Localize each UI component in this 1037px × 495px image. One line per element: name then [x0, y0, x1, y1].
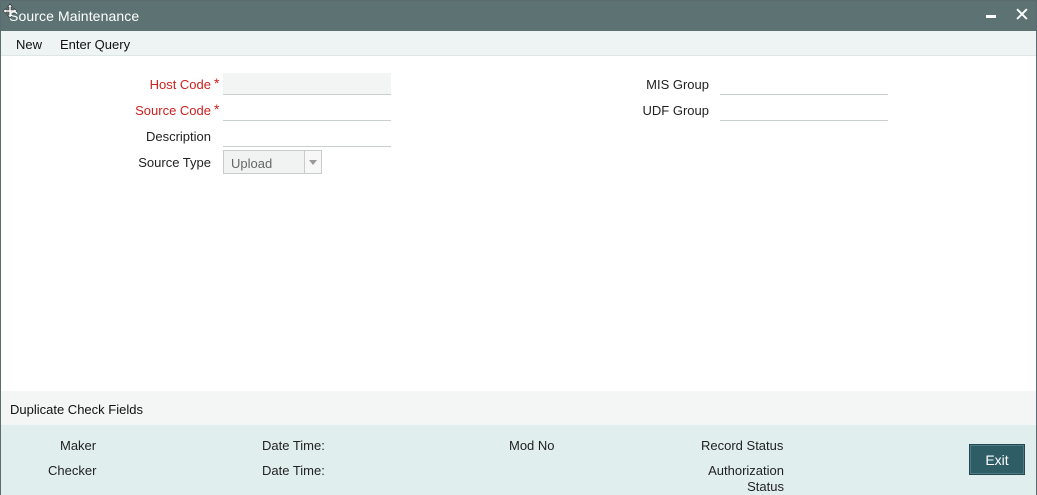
source-code-field[interactable] — [223, 99, 391, 121]
audit-footer: Maker Date Time: Mod No Record Status Ch… — [1, 425, 1036, 495]
checker-label: Checker — [48, 463, 97, 478]
host-code-field[interactable] — [223, 73, 391, 95]
close-button[interactable]: ✕ — [1014, 5, 1030, 26]
host-code-required-marker: * — [214, 75, 220, 91]
source-code-required-marker: * — [214, 101, 220, 117]
window-title: Source Maintenance — [9, 8, 140, 24]
menu-item-enter-query[interactable]: Enter Query — [60, 37, 130, 52]
record-status-label: Record Status — [701, 438, 784, 453]
udf-group-label: UDF Group — [642, 103, 709, 118]
dropdown-arrow-icon[interactable] — [304, 151, 321, 173]
maker-label: Maker — [60, 438, 97, 453]
exit-button[interactable]: Exit — [969, 444, 1025, 475]
title-bar[interactable]: Source Maintenance ✕ — [1, 1, 1036, 31]
duplicate-check-fields-link[interactable]: Duplicate Check Fields — [10, 402, 143, 417]
source-maintenance-window: Source Maintenance ✕ New Enter Query Hos… — [0, 0, 1037, 495]
source-type-label: Source Type — [138, 155, 211, 170]
duplicate-check-section: Duplicate Check Fields — [1, 391, 1036, 425]
checker-date-time-label: Date Time: — [262, 463, 325, 478]
minimize-icon — [986, 15, 996, 18]
mis-group-label: MIS Group — [646, 77, 709, 92]
mis-group-field[interactable] — [720, 73, 888, 95]
description-label: Description — [145, 129, 211, 144]
description-field[interactable] — [223, 125, 391, 147]
close-icon: ✕ — [1014, 5, 1030, 26]
host-code-label: Host Code — [149, 77, 211, 92]
maker-date-time-label: Date Time: — [262, 438, 325, 453]
source-type-selected-value: Upload — [231, 156, 273, 171]
udf-group-field[interactable] — [720, 99, 888, 121]
menu-bar: New Enter Query — [1, 31, 1036, 56]
minimize-button[interactable] — [984, 9, 998, 23]
menu-item-new[interactable]: New — [16, 37, 42, 52]
form-area: Host Code * Source Code * Description So… — [1, 56, 1036, 391]
source-code-label: Source Code — [135, 103, 211, 118]
mod-no-label: Mod No — [509, 438, 555, 453]
authorization-status-label-line2: Status — [747, 479, 784, 494]
authorization-status-label-line1: Authorization — [708, 463, 784, 478]
source-type-select[interactable]: Upload — [223, 150, 322, 174]
